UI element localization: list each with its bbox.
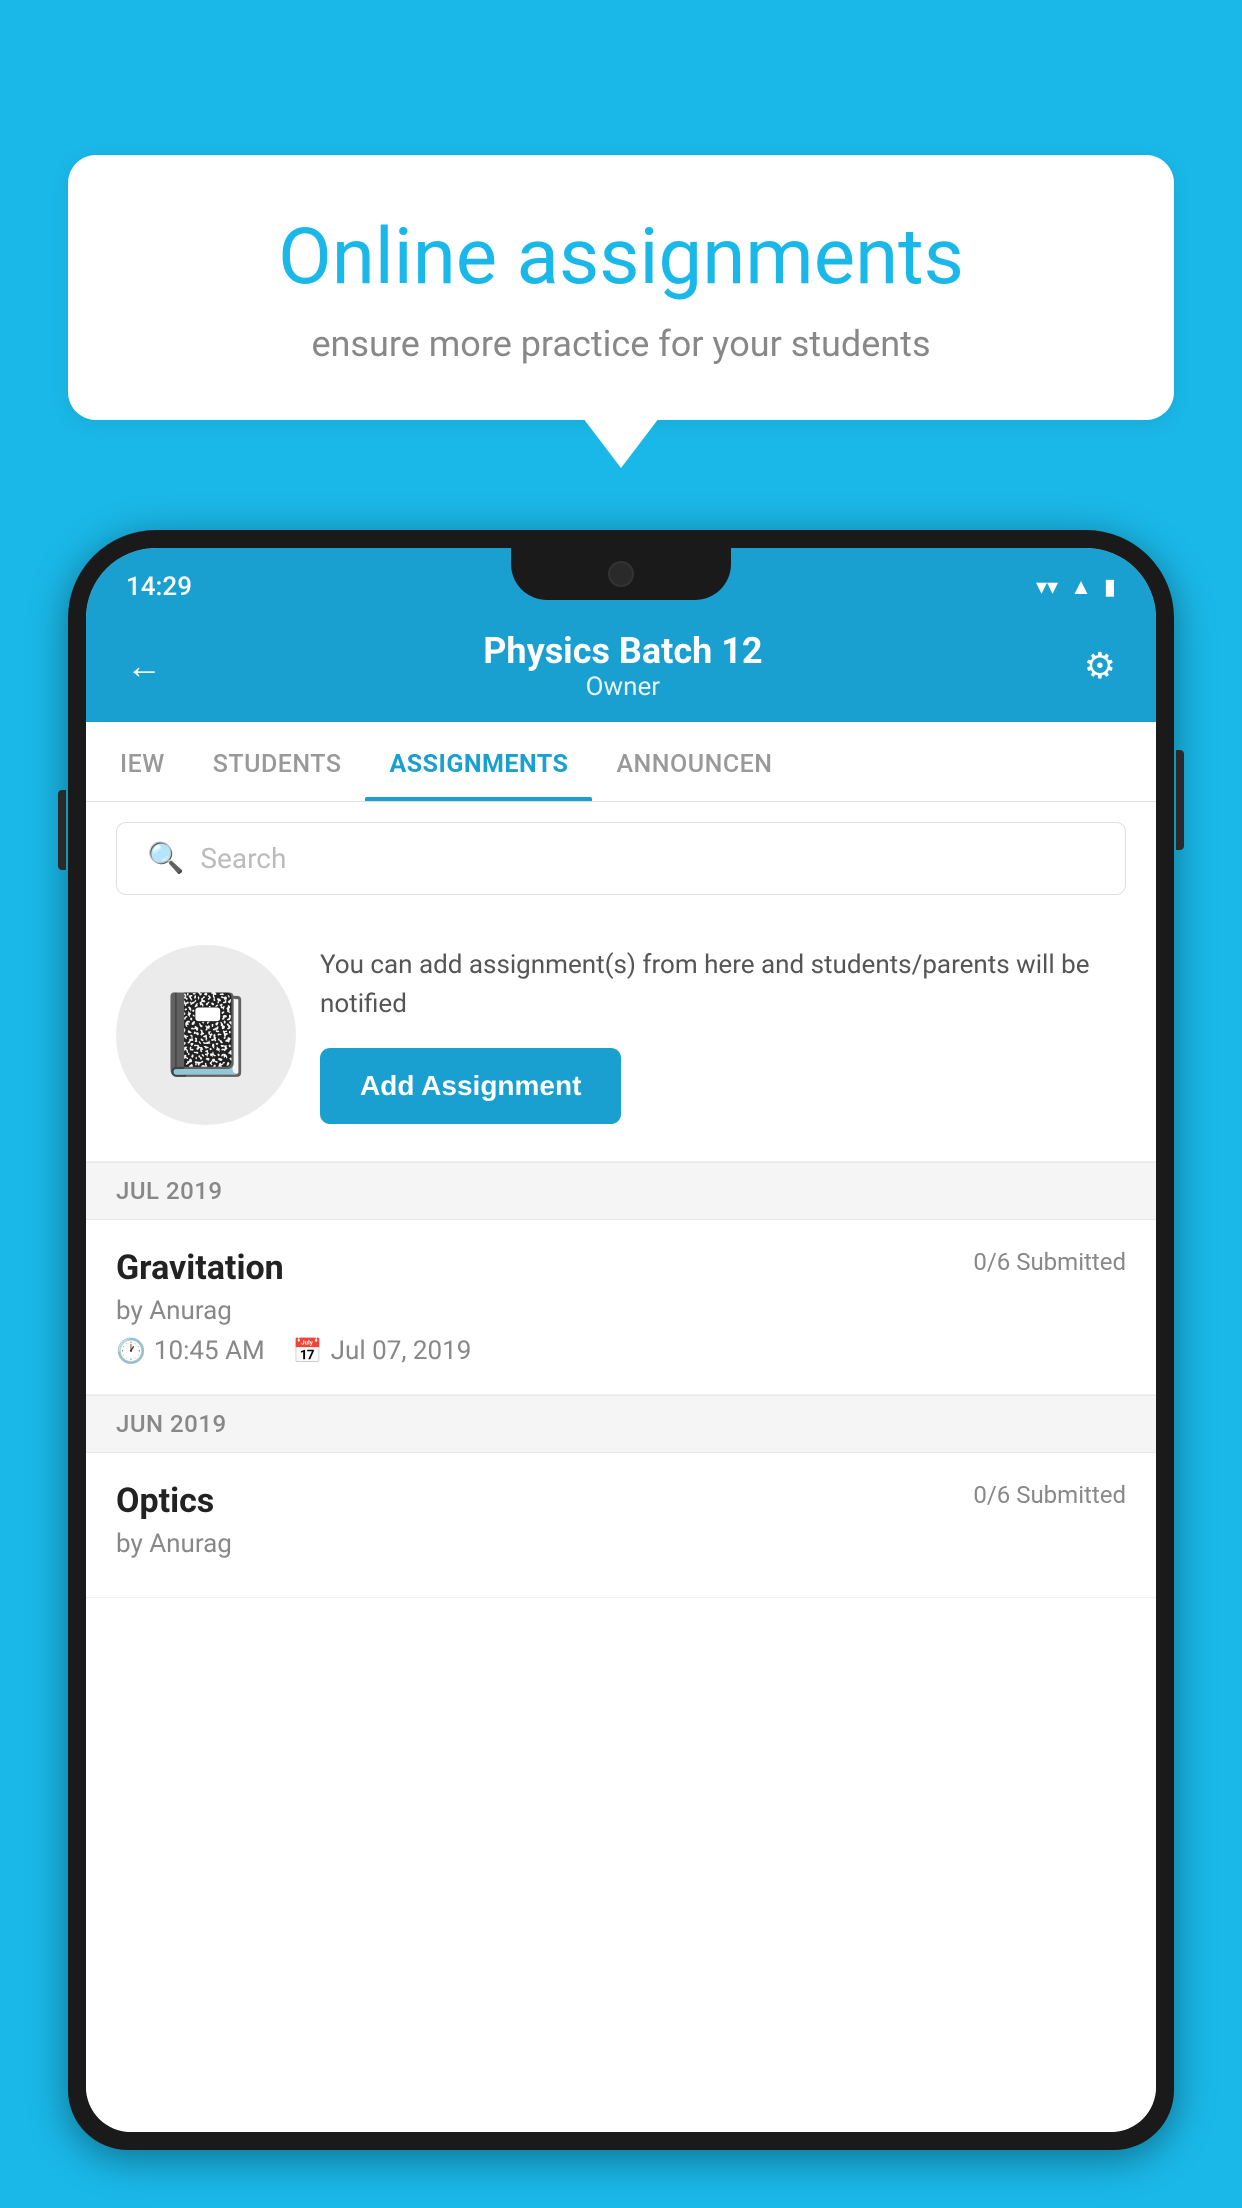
speech-bubble-container: Online assignments ensure more practice … xyxy=(68,155,1174,420)
promo-content: You can add assignment(s) from here and … xyxy=(320,946,1126,1124)
status-icons: ▾▾ ▲ ▮ xyxy=(1036,574,1116,600)
speech-bubble: Online assignments ensure more practice … xyxy=(68,155,1174,420)
tab-iew[interactable]: IEW xyxy=(96,722,189,801)
phone-camera xyxy=(608,561,634,587)
assignment-optics-row1: Optics 0/6 Submitted xyxy=(116,1481,1126,1521)
notebook-icon: 📓 xyxy=(156,988,256,1082)
assignment-time-value: 10:45 AM xyxy=(154,1336,265,1366)
search-box[interactable]: 🔍 Search xyxy=(116,822,1126,895)
volume-button xyxy=(58,790,66,870)
settings-icon[interactable]: ⚙ xyxy=(1084,645,1116,687)
add-assignment-button[interactable]: Add Assignment xyxy=(320,1048,621,1124)
app-header: ← Physics Batch 12 Owner ⚙ xyxy=(86,612,1156,722)
signal-icon: ▲ xyxy=(1070,574,1092,600)
clock-icon: 🕐 xyxy=(116,1337,146,1365)
phone-container: 14:29 ▾▾ ▲ ▮ ← Physics Batch 12 Owner ⚙ … xyxy=(68,530,1174,2208)
tabs-bar: IEW STUDENTS ASSIGNMENTS ANNOUNCEN xyxy=(86,722,1156,802)
assignment-optics[interactable]: Optics 0/6 Submitted by Anurag xyxy=(86,1453,1156,1598)
wifi-icon: ▾▾ xyxy=(1036,575,1058,600)
assignment-by: by Anurag xyxy=(116,1296,1126,1326)
assignment-meta: 🕐 10:45 AM 📅 Jul 07, 2019 xyxy=(116,1336,1126,1366)
phone-outer: 14:29 ▾▾ ▲ ▮ ← Physics Batch 12 Owner ⚙ … xyxy=(68,530,1174,2150)
power-button xyxy=(1176,750,1184,850)
search-icon: 🔍 xyxy=(147,841,184,876)
assignment-optics-by: by Anurag xyxy=(116,1529,1126,1559)
search-container: 🔍 Search xyxy=(86,802,1156,915)
tab-announcements[interactable]: ANNOUNCEN xyxy=(592,722,796,801)
header-subtitle: Owner xyxy=(483,672,762,702)
tab-assignments[interactable]: ASSIGNMENTS xyxy=(365,722,592,801)
assignment-gravitation[interactable]: Gravitation 0/6 Submitted by Anurag 🕐 10… xyxy=(86,1220,1156,1395)
assignment-row1: Gravitation 0/6 Submitted xyxy=(116,1248,1126,1288)
promo-text: You can add assignment(s) from here and … xyxy=(320,946,1126,1024)
battery-icon: ▮ xyxy=(1104,575,1116,600)
section-jun-2019: JUN 2019 xyxy=(86,1395,1156,1453)
promo-icon-circle: 📓 xyxy=(116,945,296,1125)
bubble-subtitle: ensure more practice for your students xyxy=(138,323,1104,365)
calendar-icon: 📅 xyxy=(293,1337,323,1365)
assignment-optics-submitted: 0/6 Submitted xyxy=(973,1481,1126,1509)
status-time: 14:29 xyxy=(126,572,192,602)
tab-students[interactable]: STUDENTS xyxy=(189,722,366,801)
promo-card: 📓 You can add assignment(s) from here an… xyxy=(86,915,1156,1162)
header-title: Physics Batch 12 xyxy=(483,630,762,672)
assignment-name: Gravitation xyxy=(116,1248,284,1288)
phone-notch xyxy=(511,548,731,600)
assignment-submitted: 0/6 Submitted xyxy=(973,1248,1126,1276)
search-placeholder: Search xyxy=(200,842,286,875)
phone-screen: 14:29 ▾▾ ▲ ▮ ← Physics Batch 12 Owner ⚙ … xyxy=(86,548,1156,2132)
assignment-time: 🕐 10:45 AM xyxy=(116,1336,265,1366)
assignment-optics-name: Optics xyxy=(116,1481,214,1521)
content-area: 🔍 Search 📓 You can add assignment(s) fro… xyxy=(86,802,1156,2132)
header-center: Physics Batch 12 Owner xyxy=(483,630,762,702)
assignment-date-value: Jul 07, 2019 xyxy=(331,1336,472,1366)
bubble-title: Online assignments xyxy=(138,215,1104,301)
back-button[interactable]: ← xyxy=(126,645,162,687)
assignment-date: 📅 Jul 07, 2019 xyxy=(293,1336,472,1366)
section-jul-2019: JUL 2019 xyxy=(86,1162,1156,1220)
